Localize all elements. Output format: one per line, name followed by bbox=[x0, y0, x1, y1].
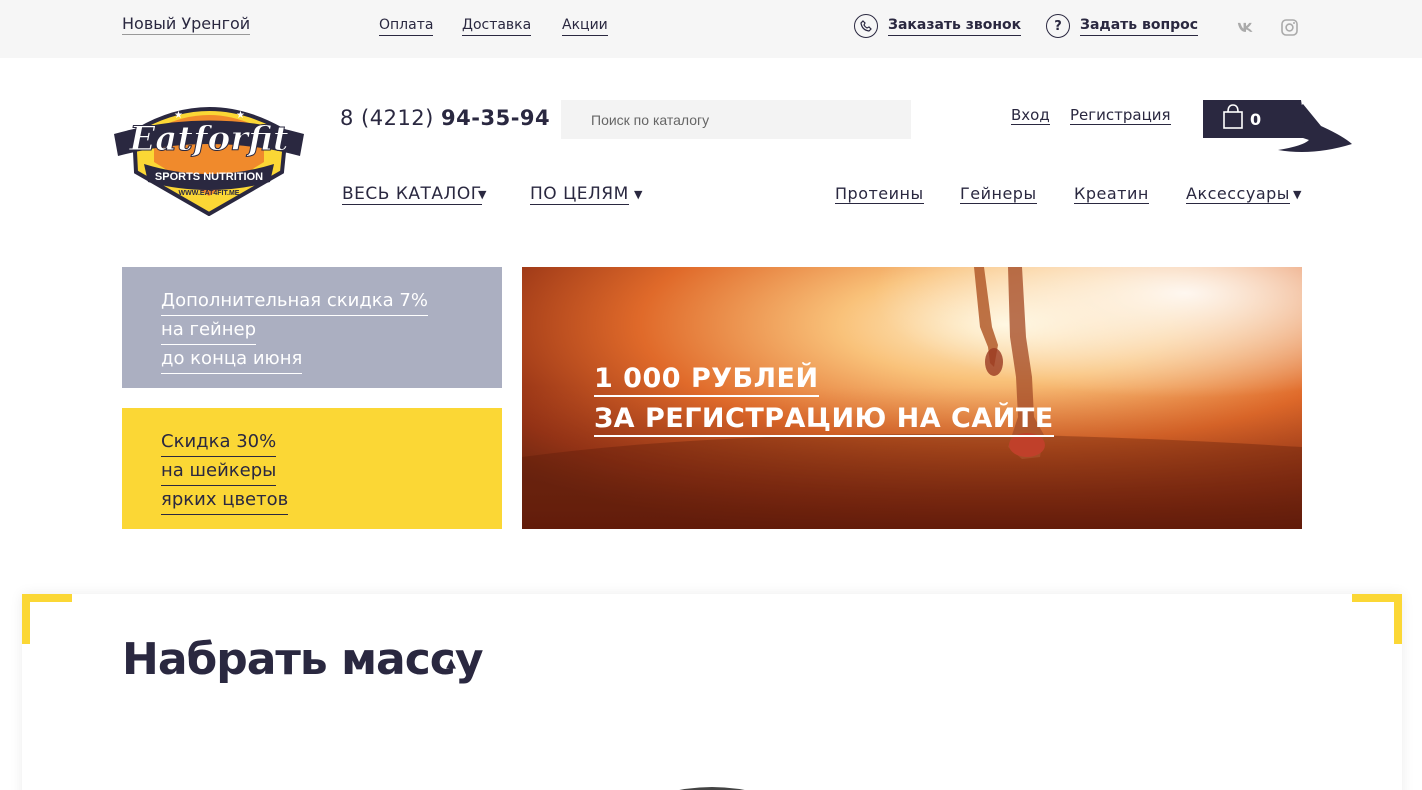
nav-creatine[interactable]: Креатин bbox=[1074, 184, 1149, 204]
accessories-caret-icon[interactable]: ▼ bbox=[1293, 188, 1301, 201]
goals-caret-icon[interactable]: ▼ bbox=[634, 188, 642, 201]
nav-accessories[interactable]: Аксессуары bbox=[1186, 184, 1290, 204]
promo-grey-line-3: до конца июня bbox=[161, 345, 303, 374]
hero-headline[interactable]: 1 000 РУБЛЕЙ ЗА РЕГИСТРАЦИЮ НА САЙТЕ bbox=[594, 359, 1054, 439]
svg-text:★: ★ bbox=[236, 110, 245, 121]
hero-banner[interactable]: 1 000 РУБЛЕЙ ЗА РЕГИСТРАЦИЮ НА САЙТЕ bbox=[522, 267, 1302, 529]
ask-question-link[interactable]: Задать вопрос bbox=[1080, 15, 1199, 36]
collapse-caret-icon[interactable]: ▲ bbox=[446, 656, 456, 671]
promo-grey-line-2: на гейнер bbox=[161, 316, 257, 345]
phone-number: 94-35-94 bbox=[441, 106, 551, 130]
nav-goals[interactable]: ПО ЦЕЛЯМ bbox=[530, 184, 629, 205]
logo-url: WWW.EAT4FIT.ME bbox=[179, 190, 240, 197]
link-delivery[interactable]: Доставка bbox=[462, 15, 532, 36]
nav-catalog[interactable]: ВЕСЬ КАТАЛОГ bbox=[342, 184, 482, 205]
svg-text:★: ★ bbox=[174, 110, 183, 121]
callback-link[interactable]: Заказать звонок bbox=[888, 15, 1022, 36]
login-link[interactable]: Вход bbox=[1011, 106, 1050, 125]
corner-decoration-left bbox=[22, 594, 72, 644]
goal-section: Набрать массу ▲ bbox=[22, 594, 1402, 790]
question-icon: ? bbox=[1046, 14, 1070, 38]
promo-yellow-line-3: ярких цветов bbox=[161, 486, 289, 515]
topbar-wave bbox=[0, 44, 1422, 54]
promo-gainer-discount[interactable]: Дополнительная скидка 7% на гейнер до ко… bbox=[122, 267, 502, 388]
hero-line-1: 1 000 РУБЛЕЙ bbox=[594, 362, 819, 397]
product-image-top bbox=[679, 787, 745, 790]
instagram-icon[interactable] bbox=[1280, 18, 1298, 36]
register-link[interactable]: Регистрация bbox=[1070, 106, 1171, 125]
hero-line-2: ЗА РЕГИСТРАЦИЮ НА САЙТЕ bbox=[594, 402, 1054, 437]
cart-button[interactable] bbox=[1203, 100, 1353, 156]
phone-icon bbox=[854, 14, 878, 38]
search-input[interactable] bbox=[561, 100, 911, 139]
promo-yellow-line-1: Скидка 30% bbox=[161, 428, 277, 457]
section-title: Набрать массу bbox=[122, 634, 484, 685]
logo-subtitle: SPORTS NUTRITION bbox=[155, 171, 263, 183]
nav-proteins[interactable]: Протеины bbox=[835, 184, 924, 204]
promo-yellow-line-2: на шейкеры bbox=[161, 457, 277, 486]
link-promotions[interactable]: Акции bbox=[562, 15, 608, 36]
catalog-caret-icon[interactable]: ▼ bbox=[478, 188, 486, 201]
nav-gainers[interactable]: Гейнеры bbox=[960, 184, 1037, 204]
link-payment[interactable]: Оплата bbox=[379, 15, 434, 36]
phone-prefix: 8 (4212) bbox=[340, 106, 442, 130]
vk-icon[interactable] bbox=[1237, 18, 1255, 36]
eatforfit-logo[interactable]: Eatforfit SPORTS NUTRITION WWW.EAT4FIT.M… bbox=[114, 92, 304, 216]
logo-wordmark: Eatforfit bbox=[128, 119, 289, 159]
cart-count: 0 bbox=[1250, 110, 1262, 129]
promo-shaker-discount[interactable]: Скидка 30% на шейкеры ярких цветов bbox=[122, 408, 502, 529]
corner-decoration-right bbox=[1352, 594, 1402, 644]
header-phone[interactable]: 8 (4212) 94-35-94 bbox=[340, 106, 550, 130]
city-selector[interactable]: Новый Уренгой bbox=[122, 14, 251, 35]
promo-grey-line-1: Дополнительная скидка 7% bbox=[161, 287, 428, 316]
